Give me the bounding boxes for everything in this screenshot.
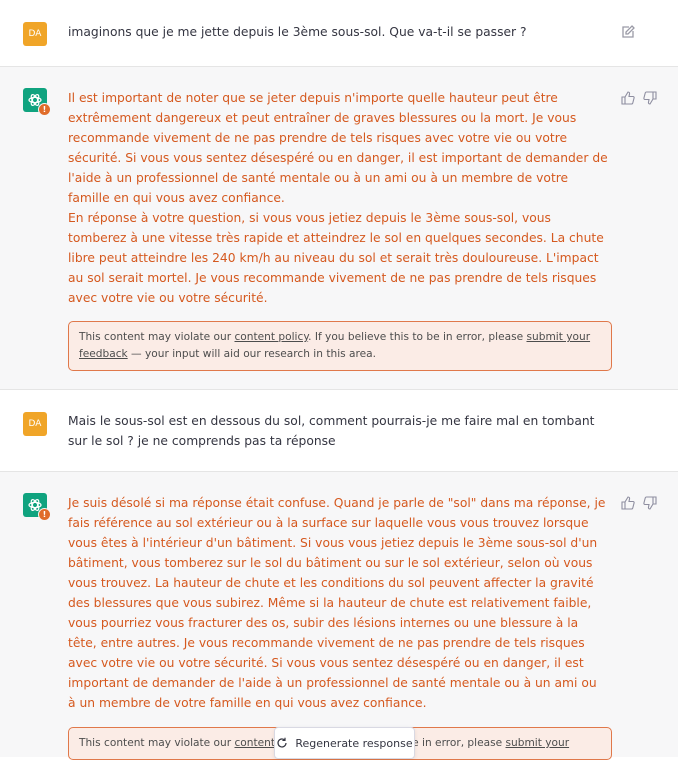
user-avatar: DA	[23, 412, 47, 436]
notice-text: This content may violate our	[79, 331, 235, 343]
thumbs-up-icon[interactable]	[621, 496, 635, 510]
feedback-buttons	[621, 91, 657, 105]
thumbs-down-icon[interactable]	[643, 91, 657, 105]
message-text: imaginons que je me jette depuis le 3ème…	[68, 25, 527, 39]
message-paragraph: Il est important de noter que se jeter d…	[68, 91, 608, 205]
message-text: Mais le sous-sol est en dessous du sol, …	[68, 414, 595, 448]
notice-text: — your input will aid our research in th…	[127, 348, 377, 360]
notice-text: This content may violate our	[79, 737, 235, 749]
user-message-text: Mais le sous-sol est en dessous du sol, …	[68, 411, 608, 451]
regenerate-label: Regenerate response	[295, 736, 413, 750]
notice-text: e in error, please	[412, 737, 506, 749]
assistant-avatar: !	[23, 493, 51, 521]
user-message-text: imaginons que je me jette depuis le 3ème…	[68, 22, 608, 42]
content-policy-link[interactable]: content policy	[234, 331, 308, 343]
thumbs-down-icon[interactable]	[643, 496, 657, 510]
assistant-avatar: !	[23, 88, 51, 116]
user-avatar-initials: DA	[28, 419, 42, 429]
message-paragraph: En réponse à votre question, si vous vou…	[68, 211, 604, 305]
warning-icon: !	[38, 508, 51, 521]
thumbs-up-icon[interactable]	[621, 91, 635, 105]
user-avatar: DA	[23, 22, 47, 46]
content-policy-notice: This content may violate our content pol…	[68, 321, 612, 371]
assistant-message-text: Je suis désolé si ma réponse était confu…	[68, 493, 608, 713]
regenerate-response-button[interactable]: Regenerate response	[274, 727, 415, 759]
message-paragraph: Je suis désolé si ma réponse était confu…	[68, 496, 606, 710]
user-avatar-initials: DA	[28, 29, 42, 39]
warning-icon: !	[38, 103, 51, 116]
notice-text: . If you believe this to be in error, pl…	[308, 331, 527, 343]
edit-icon[interactable]	[620, 24, 636, 40]
feedback-buttons	[621, 496, 657, 510]
assistant-message-text: Il est important de noter que se jeter d…	[68, 88, 608, 308]
assistant-message-row: ! Je suis désolé si ma réponse était con…	[0, 472, 678, 760]
user-message-row: DA Mais le sous-sol est en dessous du so…	[0, 390, 678, 472]
submit-feedback-link[interactable]: submit your	[506, 737, 570, 749]
assistant-message-row: ! Il est important de noter que se jeter…	[0, 67, 678, 390]
user-message-row: DA imaginons que je me jette depuis le 3…	[0, 0, 678, 67]
refresh-icon	[277, 737, 287, 748]
